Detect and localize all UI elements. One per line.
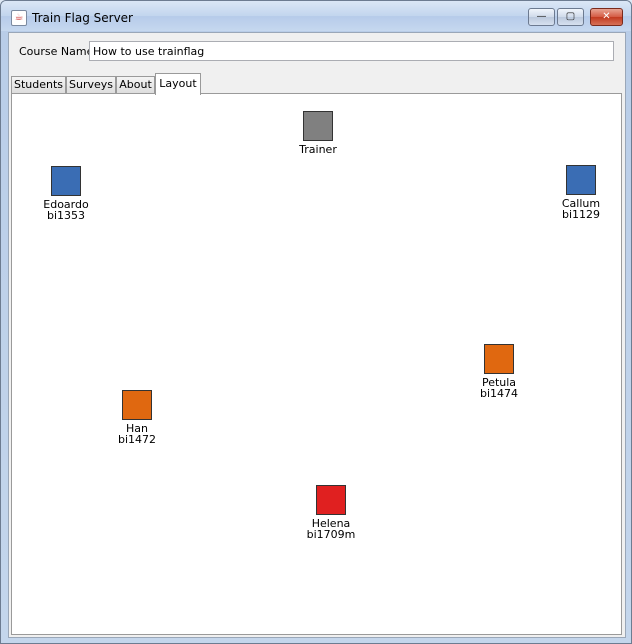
- window-title: Train Flag Server: [32, 11, 133, 25]
- course-name-input[interactable]: [89, 41, 614, 61]
- java-cup-icon: ☕: [11, 10, 27, 26]
- tab-surveys[interactable]: Surveys: [66, 76, 116, 94]
- trainer-square: [303, 111, 333, 141]
- student-id: bi1474: [479, 387, 519, 400]
- student-node-petula[interactable]: Petula bi1474: [459, 344, 539, 399]
- trainer-node[interactable]: Trainer: [278, 111, 358, 155]
- student-flag: [566, 165, 596, 195]
- student-node-edoardo[interactable]: Edoardo bi1353: [26, 166, 106, 221]
- student-flag: [51, 166, 81, 196]
- close-button[interactable]: ✕: [590, 8, 623, 26]
- title-bar[interactable]: ☕ Train Flag Server — ▢ ✕: [1, 1, 631, 31]
- layout-panel: Trainer Edoardo bi1353 Callum bi1129 Pet…: [11, 93, 622, 635]
- student-id: bi1129: [561, 208, 601, 221]
- student-id: bi1472: [117, 433, 157, 446]
- maximize-button[interactable]: ▢: [557, 8, 584, 26]
- student-flag: [484, 344, 514, 374]
- student-flag: [122, 390, 152, 420]
- student-node-helena[interactable]: Helena bi1709m: [291, 485, 371, 540]
- student-id: bi1709m: [306, 528, 356, 541]
- student-node-callum[interactable]: Callum bi1129: [541, 165, 621, 220]
- trainer-label: Trainer: [299, 143, 337, 156]
- content-area: Course Name Students Surveys About Layou…: [8, 32, 626, 638]
- student-flag: [316, 485, 346, 515]
- tab-about[interactable]: About: [116, 76, 155, 94]
- course-name-label: Course Name: [19, 45, 94, 58]
- app-window: ☕ Train Flag Server — ▢ ✕ Course Name St…: [0, 0, 632, 644]
- student-id: bi1353: [46, 209, 86, 222]
- minimize-button[interactable]: —: [528, 8, 555, 26]
- tab-layout[interactable]: Layout: [155, 73, 201, 95]
- student-node-han[interactable]: Han bi1472: [97, 390, 177, 445]
- tab-students[interactable]: Students: [11, 76, 66, 94]
